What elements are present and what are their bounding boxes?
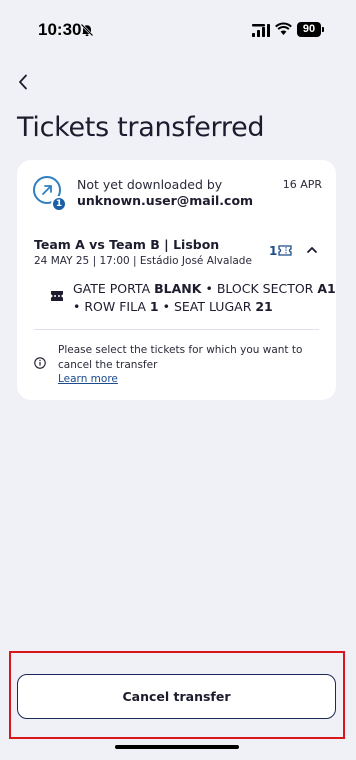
chevron-left-icon (19, 74, 27, 90)
arrow-up-right-icon (42, 185, 52, 195)
chevron-up-icon[interactable] (306, 245, 318, 255)
recipient-email: unknown.user@mail.com (77, 193, 254, 208)
block-value: A1 (317, 281, 336, 296)
ticket-seat-icon (51, 291, 63, 301)
row-value: 1 (149, 299, 159, 314)
event-title: Team A vs Team B | Lisbon (34, 237, 220, 252)
recipient-status: Not yet downloaded by (77, 177, 223, 192)
block-label: BLOCK SECTOR (216, 281, 314, 296)
ticket-count: 1 (269, 244, 278, 258)
wifi-icon (275, 22, 292, 35)
gate-value: BLANK (154, 281, 202, 296)
seat-info-line-1: GATE PORTA BLANK • BLOCK SECTOR A1 (73, 281, 336, 296)
transfer-count-badge: 1 (51, 196, 67, 212)
ticket-icon (278, 245, 292, 256)
separator: • (73, 299, 81, 314)
row-label: ROW FILA (84, 299, 146, 314)
event-details: 24 MAY 25 | 17:00 | Estádio José Alvalad… (34, 255, 252, 267)
transfer-date: 16 APR (282, 178, 322, 191)
separator: • (162, 299, 170, 314)
status-time: 10:30 (38, 20, 82, 39)
divider (34, 329, 319, 330)
separator: • (205, 281, 213, 296)
back-button[interactable] (12, 70, 34, 94)
learn-more-link[interactable]: Learn more (58, 373, 118, 385)
seat-info-line-2: • ROW FILA 1 • SEAT LUGAR 21 (73, 299, 273, 314)
page-title: Tickets transferred (17, 112, 265, 143)
home-indicator (115, 745, 239, 749)
gate-label: GATE PORTA (73, 281, 151, 296)
seat-value: 21 (255, 299, 273, 314)
seat-label: SEAT LUGAR (173, 299, 252, 314)
status-bar: 10:30 90 (0, 0, 356, 56)
cancel-transfer-button[interactable]: Cancel transfer (17, 674, 336, 719)
battery-indicator: 90 (297, 22, 321, 37)
battery-nub (322, 27, 324, 32)
signal-icon (252, 24, 270, 37)
info-icon (34, 357, 46, 369)
bell-slash-icon (80, 23, 94, 37)
transfer-card: 1 Not yet downloaded by unknown.user@mai… (17, 160, 336, 400)
info-text: Please select the tickets for which you … (58, 344, 303, 371)
